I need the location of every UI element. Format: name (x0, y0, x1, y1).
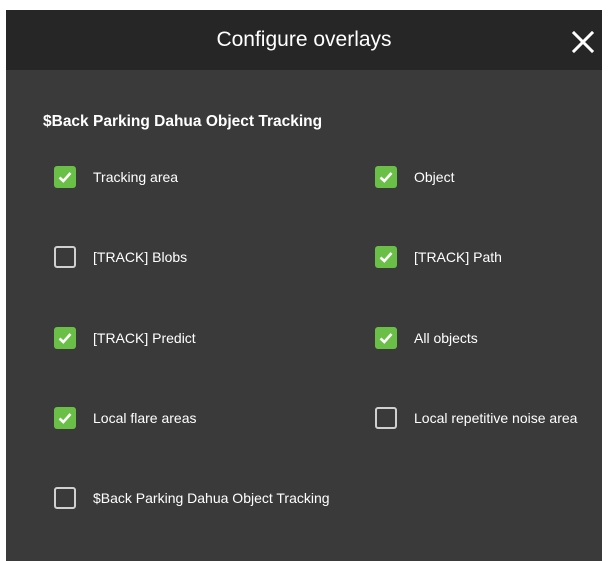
checkbox-checked[interactable] (54, 407, 76, 429)
option-track-path[interactable]: [TRACK] Path (375, 243, 502, 271)
option-label: Tracking area (93, 169, 179, 185)
option-tracking-area[interactable]: Tracking area (54, 163, 178, 191)
checkbox-checked[interactable] (375, 246, 397, 268)
option-label: $Back Parking Dahua Object Tracking (93, 490, 330, 506)
option-local-flare-areas[interactable]: Local flare areas (54, 404, 197, 432)
configure-overlays-dialog: Configure overlays $Back Parking Dahua O… (6, 10, 602, 561)
option-track-blobs[interactable]: [TRACK] Blobs (54, 243, 187, 271)
checkbox-checked[interactable] (375, 327, 397, 349)
section-title: $Back Parking Dahua Object Tracking (43, 113, 323, 130)
option-label: [TRACK] Blobs (93, 249, 188, 265)
checkbox-unchecked[interactable] (54, 487, 76, 509)
option-track-predict[interactable]: [TRACK] Predict (54, 324, 196, 352)
option-all-objects[interactable]: All objects (375, 324, 478, 352)
dialog-title: Configure overlays (216, 28, 392, 51)
option-label: Local repetitive noise area (414, 410, 578, 426)
checkbox-checked[interactable] (375, 166, 397, 188)
option-back-parking-dahua-object-tracking[interactable]: $Back Parking Dahua Object Tracking (54, 484, 330, 512)
option-label: [TRACK] Path (414, 249, 502, 265)
option-label: Object (414, 169, 455, 185)
option-label: All objects (414, 330, 478, 346)
checkbox-checked[interactable] (54, 327, 76, 349)
option-object[interactable]: Object (375, 163, 454, 191)
dialog-header: Configure overlays (6, 10, 602, 70)
close-icon[interactable] (571, 30, 595, 54)
option-label: [TRACK] Predict (93, 330, 196, 346)
checkbox-checked[interactable] (54, 166, 76, 188)
option-local-repetitive-noise-area[interactable]: Local repetitive noise area (375, 404, 577, 432)
checkbox-unchecked[interactable] (375, 407, 397, 429)
option-label: Local flare areas (93, 410, 197, 426)
checkbox-unchecked[interactable] (54, 246, 76, 268)
